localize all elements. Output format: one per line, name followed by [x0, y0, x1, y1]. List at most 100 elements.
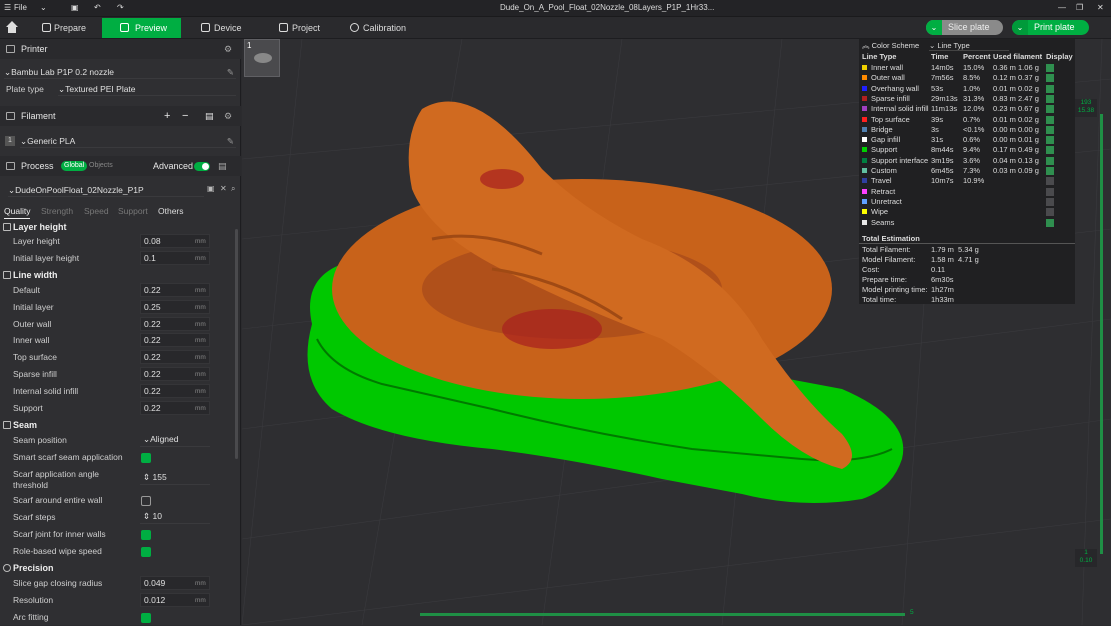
legend-swatch: [862, 209, 867, 215]
display-checkbox[interactable]: [1046, 74, 1054, 83]
scheme-select[interactable]: ⌄ Line Type: [929, 41, 1009, 51]
legend-used: 0.00 m 0.00 g: [993, 124, 1039, 134]
subtab-quality[interactable]: Quality: [4, 204, 31, 219]
display-checkbox[interactable]: [1046, 156, 1054, 165]
close-icon[interactable]: ✕: [220, 184, 227, 193]
display-checkbox[interactable]: [1046, 177, 1054, 186]
gear-icon[interactable]: ⚙: [224, 39, 232, 59]
legend-time: 3m19s: [931, 155, 954, 165]
window-title: Dude_On_A_Pool_Float_02Nozzle_08Layers_P…: [500, 3, 715, 12]
subtab-support[interactable]: Support: [118, 204, 148, 218]
display-checkbox[interactable]: [1046, 64, 1054, 72]
filament-select[interactable]: ⌄Generic PLA ✎: [20, 134, 236, 148]
add-filament-icon[interactable]: +: [164, 106, 170, 126]
layer-slider-track[interactable]: [1100, 114, 1103, 554]
legend-line-type: Sparse infill: [871, 93, 910, 103]
estimation-row: Cost: 0.11: [862, 265, 1072, 275]
legend-row: Support interface 3m19s 3.6% 0.04 m 0.13 g: [862, 156, 1072, 166]
search-icon[interactable]: ⌕: [231, 184, 235, 194]
setting-layer-height: Layer height 0.08 mm: [0, 233, 236, 250]
scarf-steps-spinner[interactable]: ⇕ 10: [140, 510, 210, 524]
legend-swatch: [862, 65, 867, 70]
compare-icon[interactable]: ▤: [218, 156, 227, 176]
role-wipe-checkbox[interactable]: [141, 547, 151, 557]
legend-row: Bridge 3s <0.1% 0.00 m 0.00 g: [862, 125, 1072, 135]
slice-plate-button[interactable]: ⌄ Slice plate: [926, 20, 1003, 35]
scarf-joint-checkbox[interactable]: [141, 530, 151, 540]
display-checkbox[interactable]: [1046, 167, 1054, 175]
plate-type-label: Plate type: [6, 84, 44, 94]
arc-fitting-checkbox[interactable]: [141, 613, 151, 623]
display-checkbox[interactable]: [1046, 125, 1054, 134]
tab-preview[interactable]: Preview: [102, 18, 181, 38]
legend-row: Seams: [862, 218, 1072, 228]
estimation-row: Model Filament: 1.58 m 4.71 g: [862, 255, 1072, 265]
plate-type-select[interactable]: ⌄Textured PEI Plate: [58, 83, 236, 96]
legend-swatch: [862, 106, 867, 112]
main-tab-bar: Prepare Preview Device Project Calibrati…: [0, 17, 1111, 39]
display-checkbox[interactable]: [1046, 105, 1054, 114]
file-menu[interactable]: File: [14, 3, 27, 12]
edit-icon[interactable]: ✎: [227, 65, 234, 79]
display-checkbox[interactable]: [1046, 197, 1054, 206]
display-checkbox[interactable]: [1046, 146, 1054, 155]
tab-calibration[interactable]: Calibration: [346, 18, 426, 38]
advanced-toggle[interactable]: [194, 162, 210, 171]
display-checkbox[interactable]: [1046, 136, 1054, 145]
display-checkbox[interactable]: [1046, 115, 1054, 124]
preview-icon: [120, 23, 129, 32]
legend-time: 6m45s: [931, 166, 954, 175]
display-checkbox[interactable]: [1046, 187, 1054, 196]
save-icon[interactable]: ▣: [71, 3, 79, 12]
legend-row: Retract: [862, 187, 1072, 197]
plate-thumbnail[interactable]: 1: [244, 39, 280, 77]
remove-filament-icon[interactable]: −: [182, 106, 188, 126]
scarf-angle-spinner[interactable]: ⇕ 155: [140, 471, 210, 485]
setting-lw-default: Default 0.22 mm: [0, 282, 236, 299]
process-profile-select[interactable]: ⌄DudeOnPoolFloat_02Nozzle_P1P: [8, 183, 204, 197]
sync-icon[interactable]: ▤: [205, 106, 214, 126]
filament-slot-badge: 1: [5, 136, 15, 146]
layer-slider-bottom-label: 1 0.10: [1075, 549, 1097, 567]
edit-icon[interactable]: ✎: [227, 134, 234, 148]
scarf-around-checkbox[interactable]: [141, 496, 151, 506]
undo-icon[interactable]: ↶: [94, 3, 101, 12]
display-checkbox[interactable]: [1046, 84, 1054, 93]
seam-position-select[interactable]: ⌄Aligned: [140, 433, 210, 447]
move-slider-track[interactable]: [420, 613, 905, 616]
setting-scarf-joint: Scarf joint for inner walls: [0, 526, 236, 543]
subtab-speed[interactable]: Speed: [84, 204, 109, 218]
legend-used: 0.04 m 0.13 g: [993, 155, 1039, 165]
objects-toggle[interactable]: Objects: [89, 156, 113, 176]
close-icon[interactable]: ✕: [1097, 3, 1104, 12]
global-toggle[interactable]: Global: [61, 161, 88, 171]
restore-icon[interactable]: ❐: [1076, 3, 1083, 12]
setting-smart-scarf: Smart scarf seam application: [0, 449, 236, 466]
gear-icon[interactable]: ⚙: [224, 106, 232, 126]
collapse-icon[interactable]: ︽: [862, 41, 870, 50]
tab-prepare[interactable]: Prepare: [38, 18, 98, 38]
subtab-others[interactable]: Others: [158, 204, 184, 218]
chevron-down-icon[interactable]: ⌄: [1012, 20, 1028, 35]
save-preset-icon[interactable]: ▣: [207, 184, 215, 193]
print-plate-button[interactable]: ⌄ Print plate: [1012, 20, 1089, 35]
subtab-strength[interactable]: Strength: [41, 204, 73, 218]
menu-icon[interactable]: ☰: [4, 3, 11, 12]
chevron-down-icon[interactable]: ⌄: [926, 20, 942, 35]
home-icon[interactable]: [5, 20, 19, 34]
smart-scarf-checkbox[interactable]: [141, 453, 151, 463]
printer-select[interactable]: ⌄Bambu Lab P1P 0.2 nozzle ✎: [4, 65, 236, 79]
chevron-down-icon[interactable]: ⌄: [40, 3, 47, 12]
tab-device[interactable]: Device: [197, 18, 257, 38]
display-checkbox[interactable]: [1046, 218, 1054, 227]
tab-project[interactable]: Project: [275, 18, 335, 38]
minimize-icon[interactable]: —: [1058, 3, 1066, 12]
legend-line-type: Support: [871, 145, 898, 155]
setting-lw-sparse: Sparse infill 0.22 mm: [0, 366, 236, 383]
setting-seam-position: Seam position ⌄Aligned: [0, 432, 236, 449]
display-checkbox[interactable]: [1046, 94, 1054, 103]
redo-icon[interactable]: ↷: [117, 3, 124, 12]
display-checkbox[interactable]: [1046, 208, 1054, 217]
legend-time: 11m13s: [931, 104, 958, 114]
estimation-row: Total Filament: 1.79 m 5.34 g: [862, 245, 1072, 255]
